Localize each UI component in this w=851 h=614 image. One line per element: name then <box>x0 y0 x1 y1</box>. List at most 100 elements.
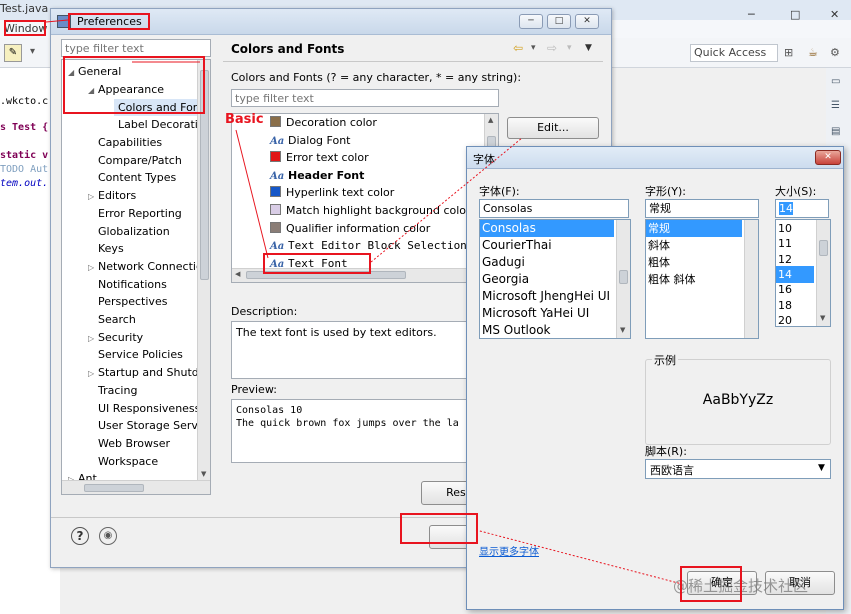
scroll-down-icon[interactable]: ▼ <box>620 326 625 334</box>
tree-item[interactable]: Tracing <box>88 382 137 399</box>
collapsed-arrow-icon[interactable]: ▷ <box>88 330 98 347</box>
list-option[interactable]: MS Outlook <box>480 322 614 338</box>
list-option[interactable]: 粗体 斜体 <box>646 271 742 288</box>
java-perspective-icon[interactable]: ☕ <box>808 46 818 59</box>
font-style-input[interactable]: 常规 <box>645 199 759 218</box>
list-option[interactable]: Microsoft JhengHei UI <box>480 288 614 305</box>
scroll-up-icon[interactable]: ▲ <box>488 116 493 124</box>
collapsed-arrow-icon[interactable]: ▷ <box>88 259 98 276</box>
view-menu-icon[interactable]: ▼ <box>585 43 592 53</box>
preference-tree: ◢ General ◢ Appearance Colors and For Labe… <box>61 59 211 495</box>
list-option[interactable]: Georgia <box>480 271 614 288</box>
tree-item-colors-and-fonts[interactable]: Colors and For <box>114 99 204 116</box>
list-horizontal-scrollbar[interactable]: ◀ <box>232 268 498 282</box>
tree-item[interactable]: Globalization <box>88 223 170 240</box>
tree-item[interactable]: ▷ Editors <box>88 187 136 204</box>
tree-item[interactable]: ▷ Network Connectic <box>88 258 202 275</box>
pen-icon[interactable]: ✎ <box>4 44 22 62</box>
help-icon[interactable]: ? <box>71 527 89 545</box>
list-option[interactable]: Microsoft YaHei UI <box>480 305 614 322</box>
size-list-thumb[interactable] <box>819 240 828 256</box>
dropdown-icon[interactable]: ▾ <box>30 46 35 57</box>
font-list-thumb[interactable] <box>619 270 628 284</box>
colors-filter-input[interactable] <box>231 89 499 107</box>
sample-text: AaBbYyZz <box>702 392 774 408</box>
font-size-input[interactable]: 14 <box>775 199 829 218</box>
minimize-view-icon[interactable]: ▭ <box>831 76 840 87</box>
tree-vertical-scrollbar[interactable]: ▼ <box>197 60 210 480</box>
style-list-scrollbar[interactable] <box>744 220 758 338</box>
color-font-item[interactable]: Error text color <box>232 149 369 166</box>
window-close-icon[interactable]: ✕ <box>830 8 839 21</box>
tree-item[interactable]: Web Browser <box>88 435 170 452</box>
font-dialog-close-button[interactable]: ✕ <box>815 150 841 165</box>
list-option[interactable]: 20 <box>776 312 814 326</box>
script-select[interactable]: 西欧语言 ▼ <box>645 459 831 479</box>
color-font-item[interactable]: Match highlight background color <box>232 202 471 219</box>
window-maximize-icon[interactable]: □ <box>790 8 800 21</box>
scroll-left-icon[interactable]: ◀ <box>235 270 240 278</box>
collapsed-arrow-icon[interactable]: ▷ <box>88 188 98 205</box>
dialog-maximize-button[interactable]: □ <box>547 14 571 29</box>
list-option[interactable]: Gadugi <box>480 254 614 271</box>
expanded-arrow-icon[interactable]: ◢ <box>88 82 98 99</box>
tree-item[interactable]: Compare/Patch <box>88 152 182 169</box>
tree-item[interactable]: UI Responsiveness <box>88 400 200 417</box>
expanded-arrow-icon[interactable]: ◢ <box>68 64 78 81</box>
tree-item[interactable]: Workspace <box>88 453 158 470</box>
window-minimize-icon[interactable]: ─ <box>748 8 755 21</box>
color-font-item[interactable]: Aa Text Editor Block Selection F <box>232 237 480 254</box>
size-list-scrollbar[interactable]: ▼ <box>816 220 830 326</box>
show-more-fonts-link[interactable]: 显示更多字体 <box>479 543 539 558</box>
tree-item[interactable]: Capabilities <box>88 134 162 151</box>
tree-scroll-thumb[interactable] <box>200 70 209 280</box>
list-option[interactable]: 粗体 <box>646 254 742 271</box>
task-view-icon[interactable]: ▤ <box>831 126 840 137</box>
color-font-item[interactable]: Hyperlink text color <box>232 184 394 201</box>
list-option[interactable]: 常规 <box>646 220 742 237</box>
tree-item[interactable]: ▷ Startup and Shutd <box>88 364 199 381</box>
colors-fonts-instructions: Colors and Fonts (? = any character, * =… <box>231 71 522 84</box>
scroll-down-icon[interactable]: ▼ <box>201 470 206 478</box>
dialog-minimize-button[interactable]: ─ <box>519 14 543 29</box>
list-hscroll-thumb[interactable] <box>246 271 406 279</box>
tree-item[interactable]: Keys <box>88 240 124 257</box>
tree-horizontal-scrollbar[interactable] <box>62 480 210 494</box>
import-export-icon[interactable]: ◉ <box>99 527 117 545</box>
tree-item[interactable]: Content Types <box>88 169 176 186</box>
color-font-item[interactable]: Qualifier information color <box>232 220 430 237</box>
tree-item[interactable]: User Storage Serv <box>88 417 198 434</box>
tree-item[interactable]: Search <box>88 311 136 328</box>
tree-filter-input[interactable] <box>61 39 211 57</box>
list-option[interactable]: CourierThai <box>480 237 614 254</box>
tree-item[interactable]: Notifications <box>88 276 167 293</box>
edit-button[interactable]: Edit... <box>507 117 599 139</box>
dialog-close-button[interactable]: ✕ <box>575 14 599 29</box>
color-font-item[interactable]: Aa Dialog Font <box>232 132 350 149</box>
list-option[interactable]: Consolas <box>480 220 614 237</box>
menu-window[interactable]: Window <box>4 22 47 35</box>
tree-item[interactable]: Service Policies <box>88 346 183 363</box>
tree-item[interactable]: ▷ Security <box>88 329 143 346</box>
collapsed-arrow-icon[interactable]: ▷ <box>88 365 98 382</box>
list-option[interactable]: 斜体 <box>646 237 742 254</box>
tree-item-appearance[interactable]: ◢ Appearance <box>88 81 164 98</box>
tree-hscroll-thumb[interactable] <box>84 484 144 492</box>
font-list-scrollbar[interactable]: ▼ <box>616 220 630 338</box>
basic-annotation: Basic <box>225 112 264 127</box>
back-arrow-icon[interactable]: ⇦ <box>513 41 523 55</box>
color-swatch-icon <box>270 186 281 198</box>
back-dropdown-icon[interactable]: ▾ <box>531 43 536 53</box>
tree-item[interactable]: Error Reporting <box>88 205 182 222</box>
tree-item[interactable]: Perspectives <box>88 293 167 310</box>
debug-perspective-icon[interactable]: ⚙ <box>830 46 840 59</box>
tree-item-label-decorations[interactable]: Label Decoratic <box>118 116 204 133</box>
tree-item-general[interactable]: ◢ General <box>68 63 121 80</box>
open-perspective-icon[interactable]: ⊞ <box>784 46 793 59</box>
editor-tab-title[interactable]: Test.java - <box>0 2 56 15</box>
font-name-input[interactable]: Consolas <box>479 199 629 218</box>
color-font-item[interactable]: Aa Header Font <box>232 167 364 184</box>
quick-access-field[interactable]: Quick Access <box>690 44 778 62</box>
outline-view-icon[interactable]: ☰ <box>831 100 840 111</box>
scroll-down-icon[interactable]: ▼ <box>820 314 825 322</box>
